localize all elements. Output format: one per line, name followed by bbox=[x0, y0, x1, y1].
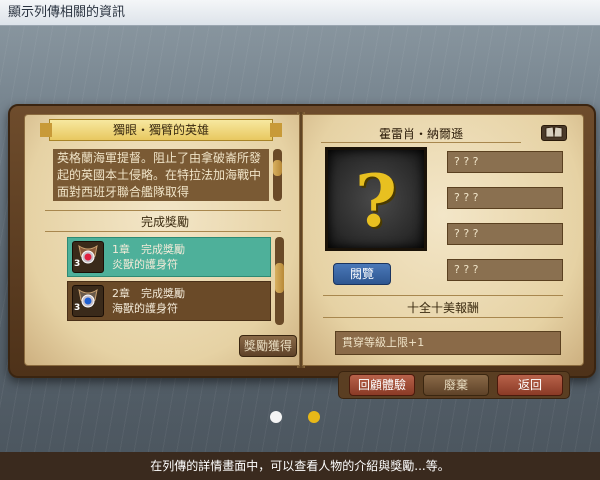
claim-reward-button[interactable]: 獎勵獲得 bbox=[239, 335, 297, 357]
locked-stat: ? ? ? bbox=[447, 151, 563, 173]
right-page: 霍雷肖・納爾遜 ? 閱覽 ? ? ? ? ? ? ? ? ? ? ? ? 十全十… bbox=[302, 114, 584, 366]
action-bar: 回顧體驗 廢棄 返回 bbox=[338, 371, 570, 399]
window-title: 顯示列傳相關的資訊 bbox=[0, 0, 600, 26]
amulet-blue-gem-icon: 3 bbox=[72, 285, 104, 317]
character-description: 英格蘭海軍提督。阻止了由拿破崙所發起的英國本土侵略。在特拉法加海戰中面對西班牙聯… bbox=[53, 149, 269, 201]
left-page: 獨眼・獨臂的英雄 英格蘭海軍提督。阻止了由拿破崙所發起的英國本土侵略。在特拉法加… bbox=[24, 114, 300, 366]
reward-quantity: 3 bbox=[74, 303, 81, 313]
reward-list-scrollbar[interactable] bbox=[275, 237, 284, 325]
replay-button[interactable]: 回顧體驗 bbox=[349, 374, 415, 396]
character-portrait: ? bbox=[325, 147, 427, 251]
locked-stat: ? ? ? bbox=[447, 223, 563, 245]
reward-chapter-label: 1章 完成獎勵 bbox=[112, 243, 185, 256]
footer-caption: 在列傳的詳情畫面中，可以查看人物的介紹與獎勵...等。 bbox=[0, 452, 600, 480]
bonus-divider-bottom bbox=[323, 317, 563, 318]
view-button[interactable]: 閱覽 bbox=[333, 263, 391, 285]
rewards-divider-bottom bbox=[45, 231, 281, 232]
reward-item-chapter-1[interactable]: 3 1章 完成獎勵 炎獸的護身符 bbox=[67, 237, 271, 277]
page-indicator-dot-2[interactable] bbox=[308, 411, 320, 423]
biography-book: 獨眼・獨臂的英雄 英格蘭海軍提督。阻止了由拿破崙所發起的英國本土侵略。在特拉法加… bbox=[8, 104, 596, 378]
discard-button[interactable]: 廢棄 bbox=[423, 374, 489, 396]
character-name: 霍雷肖・納爾遜 bbox=[321, 125, 521, 143]
unknown-portrait-icon: ? bbox=[354, 158, 398, 243]
locked-stat: ? ? ? bbox=[447, 187, 563, 209]
description-scrollbar[interactable] bbox=[273, 149, 282, 201]
rewards-header: 完成獎勵 bbox=[140, 215, 189, 229]
description-scroll-thumb[interactable] bbox=[273, 160, 282, 176]
bonus-header: 十全十美報酬 bbox=[406, 301, 479, 315]
page-title: 獨眼・獨臂的英雄 bbox=[112, 123, 209, 137]
reward-quantity: 3 bbox=[74, 259, 81, 269]
locked-stat: ? ? ? bbox=[447, 259, 563, 281]
reward-list-scroll-thumb[interactable] bbox=[275, 263, 284, 293]
bonus-divider bbox=[323, 295, 563, 296]
bonus-reward-value: 貫穿等級上限+1 bbox=[335, 331, 561, 355]
reward-chapter-label: 2章 完成獎勵 bbox=[112, 287, 185, 300]
rewards-divider bbox=[45, 210, 281, 211]
book-icon[interactable] bbox=[541, 125, 567, 141]
reward-item-name: 炎獸的護身符 bbox=[112, 258, 178, 271]
reward-item-chapter-2[interactable]: 3 2章 完成獎勵 海獸的護身符 bbox=[67, 281, 271, 321]
back-button[interactable]: 返回 bbox=[497, 374, 563, 396]
reward-list: 3 1章 完成獎勵 炎獸的護身符 3 2章 完成獎勵 海獸的護身符 bbox=[67, 237, 271, 325]
amulet-red-gem-icon: 3 bbox=[72, 241, 104, 273]
page-indicator-dot-1[interactable] bbox=[270, 411, 282, 423]
page-title-ribbon: 獨眼・獨臂的英雄 bbox=[40, 119, 282, 141]
reward-item-name: 海獸的護身符 bbox=[112, 302, 178, 315]
